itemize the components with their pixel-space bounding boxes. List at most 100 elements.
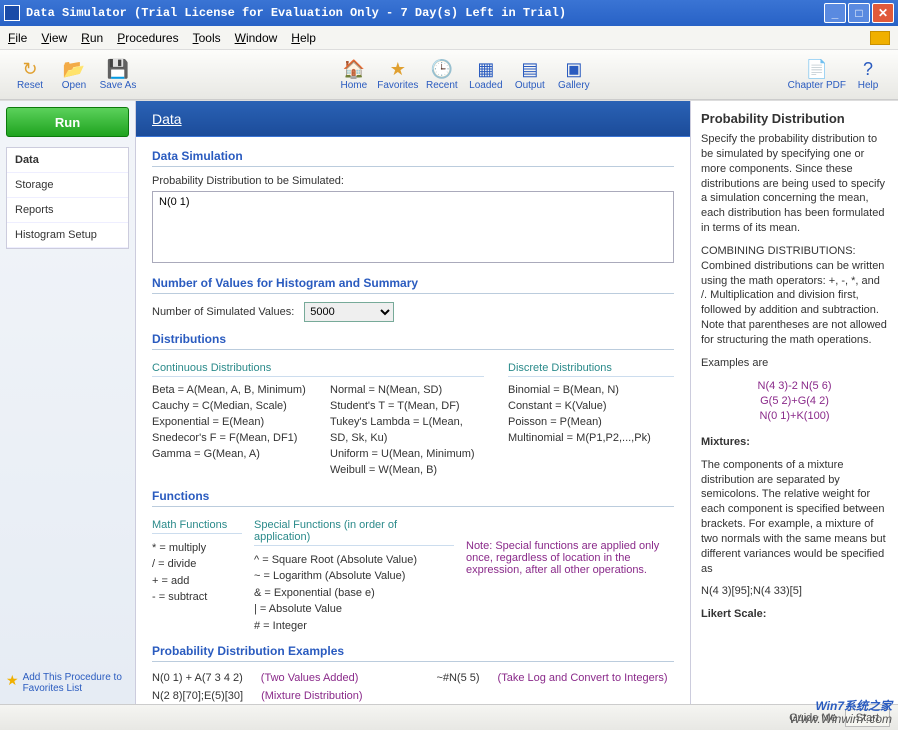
section-examples: Probability Distribution Examples: [152, 644, 674, 662]
open-icon: 📂: [63, 58, 85, 80]
dist-entry: Normal = N(Mean, SD): [330, 383, 484, 399]
tool-home[interactable]: 🏠Home: [332, 58, 376, 91]
subhead-math-fn: Math Functions: [152, 519, 242, 534]
menu-window[interactable]: Window: [235, 31, 278, 45]
help-title: Probability Distribution: [701, 111, 888, 126]
example-1c: ~#N(5 5): [436, 670, 479, 688]
dist-entry: Binomial = B(Mean, N): [508, 383, 674, 399]
tool-reset[interactable]: ↻Reset: [8, 58, 52, 91]
fn-entry: ^ = Square Root (Absolute Value): [254, 552, 454, 569]
tool-open[interactable]: 📂Open: [52, 58, 96, 91]
start-button[interactable]: Start: [845, 709, 890, 727]
subhead-special-fn: Special Functions (in order of applicati…: [254, 519, 454, 546]
minimize-button[interactable]: _: [824, 3, 846, 23]
fn-entry: + = add: [152, 573, 242, 590]
title-bar: Data Simulator (Trial License for Evalua…: [0, 0, 898, 26]
center-panel: Data Data Simulation Probability Distrib…: [136, 101, 690, 704]
ribbon-toggle-icon[interactable]: [870, 31, 890, 45]
menu-bar: File View Run Procedures Tools Window He…: [0, 26, 898, 50]
nav-histogram-setup[interactable]: Histogram Setup: [7, 223, 128, 248]
fn-entry: - = subtract: [152, 589, 242, 606]
loaded-icon: ▦: [475, 58, 497, 80]
chapter-pdf-icon: 📄: [806, 58, 828, 80]
tool-help[interactable]: ?Help: [846, 58, 890, 91]
fn-entry: * = multiply: [152, 540, 242, 557]
dist-entry: Constant = K(Value): [508, 399, 674, 415]
num-values-select[interactable]: 5000: [304, 302, 394, 322]
help-mixtures-head: Mixtures:: [701, 435, 888, 450]
subhead-discrete: Discrete Distributions: [508, 362, 674, 377]
dist-entry: Weibull = W(Mean, B): [330, 463, 484, 479]
section-num-values: Number of Values for Histogram and Summa…: [152, 276, 674, 294]
nav-list: DataStorageReportsHistogram Setup: [6, 147, 129, 249]
dist-entry: Cauchy = C(Median, Scale): [152, 399, 306, 415]
dist-entry: Snedecor's F = F(Mean, DF1): [152, 431, 306, 447]
help-likert-head: Likert Scale:: [701, 607, 888, 622]
tool-chapter-pdf[interactable]: 📄Chapter PDF: [788, 58, 846, 91]
close-button[interactable]: ✕: [872, 3, 894, 23]
help-icon: ?: [857, 58, 879, 80]
help-example: N(0 1)+K(100): [701, 409, 888, 424]
nav-reports[interactable]: Reports: [7, 198, 128, 223]
dist-label: Probability Distribution to be Simulated…: [152, 175, 674, 187]
dist-entry: Exponential = E(Mean): [152, 415, 306, 431]
distribution-input[interactable]: [152, 191, 674, 263]
tool-favorites[interactable]: ★Favorites: [376, 58, 420, 91]
example-2b: (Mixture Distribution): [261, 688, 362, 704]
guide-me-label: Guide Me: [789, 712, 837, 724]
left-sidebar: Run DataStorageReportsHistogram Setup ★ …: [0, 101, 136, 704]
help-examples-label: Examples are: [701, 356, 888, 371]
fn-entry: # = Integer: [254, 618, 454, 635]
section-data-simulation: Data Simulation: [152, 149, 674, 167]
menu-view[interactable]: View: [41, 31, 67, 45]
star-icon: ★: [6, 672, 19, 689]
fn-entry: | = Absolute Value: [254, 601, 454, 618]
fn-entry: / = divide: [152, 556, 242, 573]
tool-recent[interactable]: 🕒Recent: [420, 58, 464, 91]
maximize-button[interactable]: □: [848, 3, 870, 23]
reset-icon: ↻: [19, 58, 41, 80]
help-mix-example: N(4 3)[95];N(4 33)[5]: [701, 584, 888, 599]
dist-entry: Multinomial = M(P1,P2,...,Pk): [508, 431, 674, 447]
app-icon: [4, 5, 20, 21]
save-as-icon: 💾: [107, 58, 129, 80]
footer: Guide Me Start: [0, 704, 898, 730]
dist-entry: Uniform = U(Mean, Minimum): [330, 447, 484, 463]
help-panel: Probability Distribution Specify the pro…: [690, 101, 898, 704]
example-1d: (Take Log and Convert to Integers): [498, 670, 668, 688]
numvals-label: Number of Simulated Values:: [152, 306, 294, 318]
favorites-icon: ★: [387, 58, 409, 80]
dist-entry: Poisson = P(Mean): [508, 415, 674, 431]
special-fn-note: Note: Special functions are applied only…: [466, 540, 674, 576]
fn-entry: ~ = Logarithm (Absolute Value): [254, 568, 454, 585]
subhead-continuous: Continuous Distributions: [152, 362, 484, 377]
toolbar: ↻Reset📂Open💾Save As 🏠Home★Favorites🕒Recen…: [0, 50, 898, 100]
menu-run[interactable]: Run: [81, 31, 103, 45]
run-button[interactable]: Run: [6, 107, 129, 137]
menu-tools[interactable]: Tools: [193, 31, 221, 45]
example-1b: (Two Values Added): [261, 670, 359, 688]
dist-entry: Tukey's Lambda = L(Mean, SD, Sk, Ku): [330, 415, 484, 447]
menu-procedures[interactable]: Procedures: [117, 31, 178, 45]
window-title: Data Simulator (Trial License for Evalua…: [26, 6, 824, 20]
add-to-favorites[interactable]: ★ Add This Procedure to Favorites List: [6, 668, 129, 698]
section-distributions: Distributions: [152, 332, 674, 350]
recent-icon: 🕒: [431, 58, 453, 80]
section-functions: Functions: [152, 489, 674, 507]
help-p1: Specify the probability distribution to …: [701, 132, 888, 236]
help-combining-head: COMBINING DISTRIBUTIONS:Combined distrib…: [701, 244, 888, 348]
add-fav-label: Add This Procedure to Favorites List: [23, 672, 129, 694]
menu-file[interactable]: File: [8, 31, 27, 45]
tool-output[interactable]: ▤Output: [508, 58, 552, 91]
menu-help[interactable]: Help: [291, 31, 316, 45]
nav-data[interactable]: Data: [7, 148, 128, 173]
help-mixtures: The components of a mixture distribution…: [701, 458, 888, 577]
tool-gallery[interactable]: ▣Gallery: [552, 58, 596, 91]
gallery-icon: ▣: [563, 58, 585, 80]
fn-entry: & = Exponential (base e): [254, 585, 454, 602]
tool-loaded[interactable]: ▦Loaded: [464, 58, 508, 91]
nav-storage[interactable]: Storage: [7, 173, 128, 198]
tool-save-as[interactable]: 💾Save As: [96, 58, 140, 91]
dist-entry: Gamma = G(Mean, A): [152, 447, 306, 463]
home-icon: 🏠: [343, 58, 365, 80]
